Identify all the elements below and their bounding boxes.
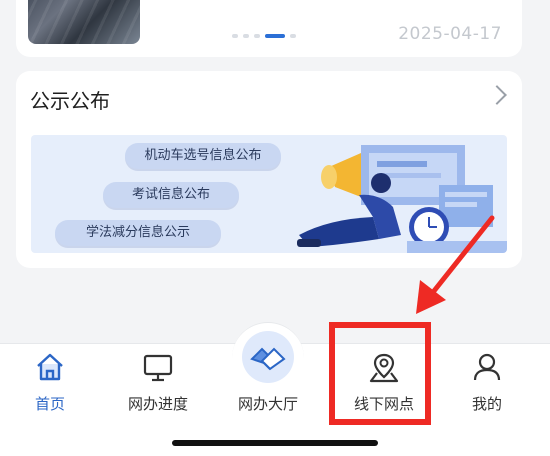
tab-label: 网办进度 [127,395,188,413]
highlight-box [329,322,431,425]
carousel-dot [290,34,296,38]
tab-mine[interactable]: 我的 [437,343,537,423]
announcement-item-plate-selection[interactable]: 机动车选号信息公布 [125,143,281,169]
carousel-dot-active [265,34,285,38]
carousel-indicator [232,34,296,38]
home-icon [37,353,63,381]
tab-home[interactable]: 首页 [0,343,100,423]
news-thumbnail-image[interactable] [28,0,140,44]
tab-online-progress[interactable]: 网办进度 [108,343,208,423]
red-arrow-annotation [416,215,495,314]
handshake-icon [250,347,286,371]
tab-label: 网办大厅 [237,395,298,413]
tab-label: 首页 [34,395,65,413]
carousel-dot [254,34,260,38]
monitor-icon [143,354,173,382]
home-indicator [172,440,378,446]
tab-online-hall[interactable]: 网办大厅 [218,343,318,423]
chevron-right-icon[interactable] [487,85,507,105]
carousel-dot [243,34,249,38]
announcement-section-title: 公示公布 [30,89,110,113]
carousel-dot [232,34,238,38]
announcement-item-exam-info[interactable]: 考试信息公布 [103,182,239,208]
news-date: 2025-04-17 [398,24,502,44]
user-icon [473,353,501,381]
announcement-item-study-deduction[interactable]: 学法减分信息公示 [55,220,221,246]
tab-label: 我的 [471,395,502,413]
news-card[interactable]: 2025-04-17 [16,0,522,57]
